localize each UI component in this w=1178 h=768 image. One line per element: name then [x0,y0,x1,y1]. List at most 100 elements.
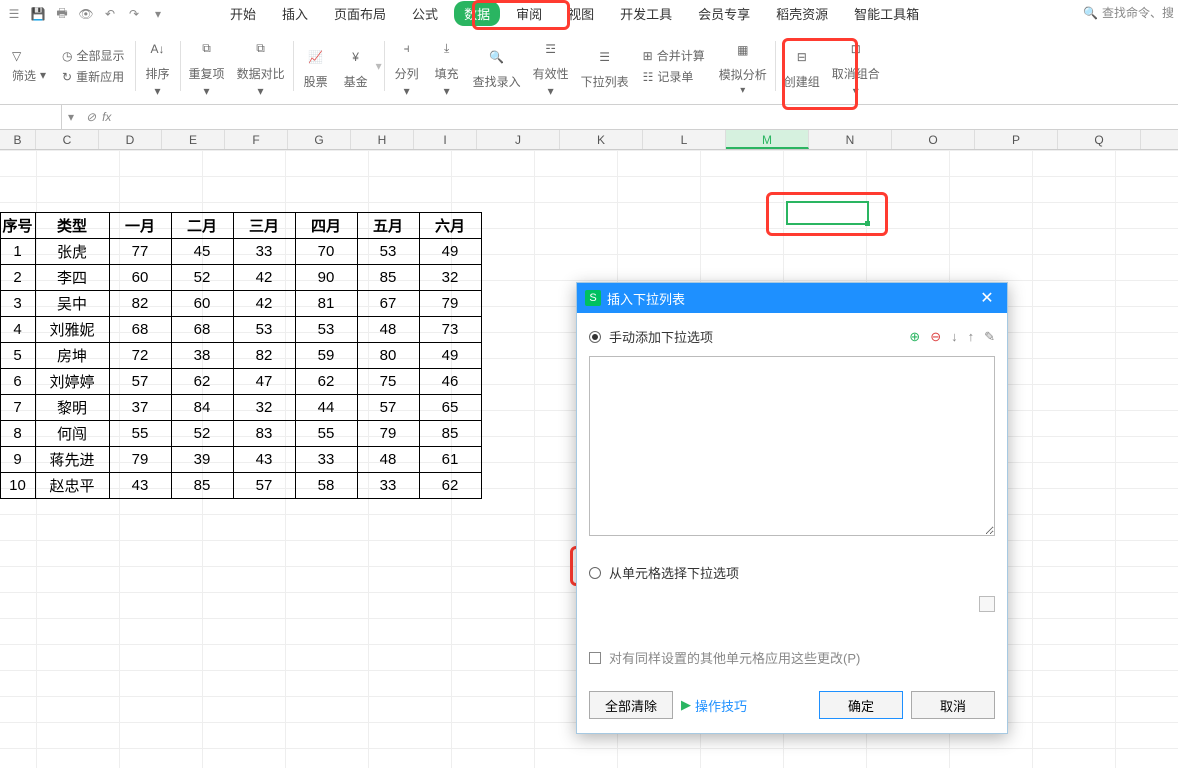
tab-data[interactable]: 数据 [454,1,500,26]
table-cell[interactable]: 49 [419,238,482,265]
table-cell[interactable]: 赵忠平 [35,472,110,499]
tab-pagelayout[interactable]: 页面布局 [324,1,396,26]
table-cell[interactable]: 48 [357,446,420,473]
table-cell[interactable]: 70 [295,238,358,265]
tab-start[interactable]: 开始 [220,1,266,26]
table-cell[interactable]: 65 [419,394,482,421]
split-group[interactable]: ⫞分列▾ [387,33,427,99]
table-header[interactable]: 一月 [109,212,172,239]
col-M[interactable]: M [726,130,809,149]
dropdown-group[interactable]: ☰下拉列表 [575,33,635,99]
name-box[interactable] [0,105,62,129]
table-cell[interactable]: 80 [357,342,420,369]
tips-link[interactable]: ▶操作技巧 [681,696,747,715]
table-cell[interactable]: 39 [171,446,234,473]
table-cell[interactable]: 90 [295,264,358,291]
table-cell[interactable]: 83 [233,420,296,447]
group-cancel[interactable]: ⊡取消组合▾ [826,33,886,99]
table-cell[interactable]: 58 [295,472,358,499]
col-G[interactable]: G [288,130,351,149]
simulate-group[interactable]: ▦模拟分析▾ [713,33,773,99]
col-I[interactable]: I [414,130,477,149]
table-header[interactable]: 六月 [419,212,482,239]
table-cell[interactable]: 57 [109,368,172,395]
table-cell[interactable]: 6 [0,368,36,395]
table-cell[interactable]: 57 [233,472,296,499]
table-cell[interactable]: 2 [0,264,36,291]
col-E[interactable]: E [162,130,225,149]
table-cell[interactable]: 43 [109,472,172,499]
fx-icon[interactable]: fx [102,110,111,124]
table-cell[interactable]: 45 [171,238,234,265]
table-cell[interactable]: 刘婷婷 [35,368,110,395]
table-cell[interactable]: 85 [357,264,420,291]
table-cell[interactable]: 33 [295,446,358,473]
fund-group[interactable]: ¥基金 [336,33,376,99]
table-cell[interactable]: 38 [171,342,234,369]
table-cell[interactable]: 刘雅妮 [35,316,110,343]
table-cell[interactable]: 7 [0,394,36,421]
table-header[interactable]: 类型 [35,212,110,239]
table-cell[interactable]: 32 [233,394,296,421]
col-O[interactable]: O [892,130,975,149]
clear-all-button[interactable]: 全部清除 [589,691,673,719]
table-cell[interactable]: 60 [171,290,234,317]
table-cell[interactable]: 52 [171,264,234,291]
options-textarea[interactable] [589,356,995,536]
table-cell[interactable]: 62 [419,472,482,499]
filter-button[interactable]: ▽ [10,48,23,64]
table-cell[interactable]: 47 [233,368,296,395]
sort-group[interactable]: A↓排序▾ [138,33,178,99]
col-L[interactable]: L [643,130,726,149]
active-cell[interactable] [786,201,869,225]
table-cell[interactable]: 33 [357,472,420,499]
table-cell[interactable]: 59 [295,342,358,369]
fill-handle[interactable] [865,221,870,226]
table-cell[interactable]: 79 [109,446,172,473]
table-cell[interactable]: 85 [419,420,482,447]
validation-group[interactable]: ☲有效性▾ [527,33,575,99]
table-cell[interactable]: 9 [0,446,36,473]
record-button[interactable]: ☷记录单 [641,67,696,86]
table-cell[interactable]: 79 [419,290,482,317]
group-create[interactable]: ⊟创建组 [778,33,826,99]
col-K[interactable]: K [560,130,643,149]
table-cell[interactable]: 55 [109,420,172,447]
reapply-button[interactable]: ↻重新应用 [60,67,126,86]
table-cell[interactable]: 8 [0,420,36,447]
findinput-group[interactable]: 🔍查找录入 [467,33,527,99]
table-cell[interactable]: 82 [233,342,296,369]
namebox-dropdown-icon[interactable]: ▾ [62,110,80,124]
tab-review[interactable]: 审阅 [506,1,552,26]
table-cell[interactable]: 68 [109,316,172,343]
fill-group[interactable]: ⤓填充▾ [427,33,467,99]
radio-manual[interactable] [589,331,601,343]
table-cell[interactable]: 67 [357,290,420,317]
table-cell[interactable]: 李四 [35,264,110,291]
table-cell[interactable]: 黎明 [35,394,110,421]
table-cell[interactable]: 68 [171,316,234,343]
edit-item-icon[interactable]: ✎ [984,329,995,345]
table-cell[interactable]: 何闯 [35,420,110,447]
table-cell[interactable]: 33 [233,238,296,265]
table-cell[interactable]: 75 [357,368,420,395]
col-P[interactable]: P [975,130,1058,149]
table-cell[interactable]: 62 [171,368,234,395]
tab-devtools[interactable]: 开发工具 [610,1,682,26]
table-cell[interactable]: 46 [419,368,482,395]
table-cell[interactable]: 79 [357,420,420,447]
compare-group[interactable]: ⧉数据对比▾ [231,33,291,99]
dialog-close-button[interactable]: ✕ [975,288,999,308]
col-B[interactable]: B [0,130,36,149]
table-cell[interactable]: 37 [109,394,172,421]
table-cell[interactable]: 5 [0,342,36,369]
tab-smarttool[interactable]: 智能工具箱 [844,1,929,26]
col-D[interactable]: D [99,130,162,149]
table-cell[interactable]: 3 [0,290,36,317]
move-up-icon[interactable]: ↑ [968,329,975,345]
stock-group[interactable]: 📈股票 [296,33,336,99]
table-header[interactable]: 二月 [171,212,234,239]
table-cell[interactable]: 1 [0,238,36,265]
tab-view[interactable]: 视图 [558,1,604,26]
range-picker-icon[interactable] [979,596,995,612]
